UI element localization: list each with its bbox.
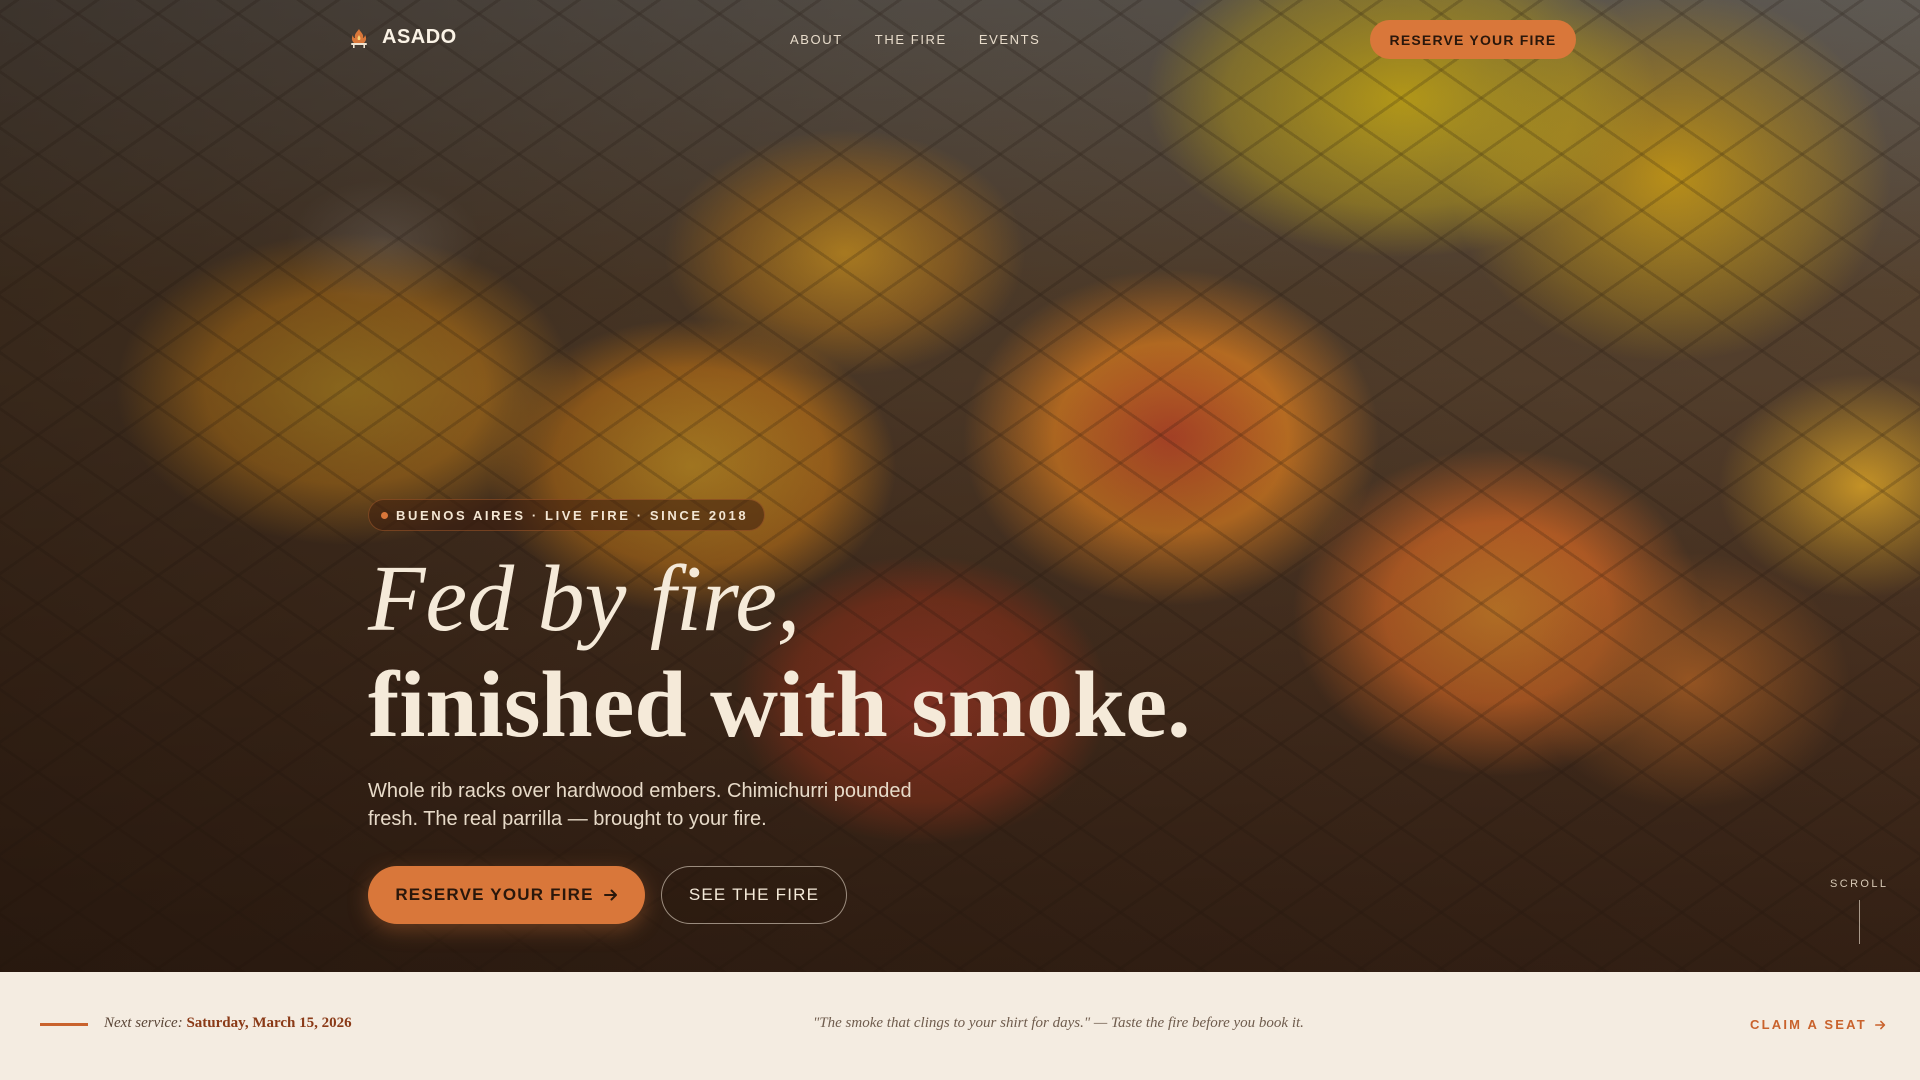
accent-line — [40, 1023, 88, 1026]
scroll-label: SCROLL — [1830, 878, 1889, 890]
testimonial-quote: "The smoke that clings to your shirt for… — [813, 1015, 1304, 1031]
next-service-label: Next service: — [104, 1015, 183, 1031]
hero-subtext: Whole rib racks over hardwood embers. Ch… — [368, 780, 912, 830]
scroll-indicator[interactable]: SCROLL — [1830, 878, 1888, 944]
arrow-right-icon — [603, 889, 617, 901]
reserve-button-label: RESERVE YOUR FIRE — [395, 885, 594, 904]
location-badge: BUENOS AIRES · LIVE FIRE · SINCE 2018 — [368, 499, 766, 531]
nav-link-events[interactable]: EVENTS — [979, 32, 1041, 47]
next-service-strip: Next service: Saturday, March 15, 2026 "… — [0, 972, 1920, 1080]
badge-text: BUENOS AIRES · LIVE FIRE · SINCE 2018 — [396, 507, 749, 523]
headline-line-1: Fed by fire, — [368, 547, 801, 651]
nav-link-the-fire[interactable]: THE FIRE — [875, 32, 947, 47]
top-nav: ASADO ABOUT THE FIRE EVENTS RESERVE YOUR… — [0, 0, 1920, 80]
next-service-info: Next service: Saturday, March 15, 2026 — [104, 1015, 352, 1032]
brand-name: ASADO — [382, 26, 457, 48]
badge-dot — [381, 511, 388, 519]
headline-line-2: finished with smoke. — [368, 653, 1191, 757]
nav-link-about[interactable]: ABOUT — [790, 32, 843, 47]
brand-logo[interactable]: ASADO — [348, 26, 457, 49]
see-fire-label: SEE THE FIRE — [688, 885, 820, 904]
fire-grill-icon — [351, 28, 367, 48]
scroll-line — [1858, 900, 1860, 944]
nav-reserve-button[interactable]: RESERVE YOUR FIRE — [1370, 20, 1576, 59]
arrow-right-icon — [1874, 1020, 1886, 1029]
hero-background — [0, 0, 1920, 972]
claim-seat-label: CLAIM A SEAT — [1750, 1017, 1867, 1032]
next-service-date: Saturday, March 15, 2026 — [186, 1015, 352, 1031]
claim-seat-link[interactable]: CLAIM A SEAT — [1750, 1017, 1886, 1032]
nav-links: ABOUT THE FIRE EVENTS — [790, 32, 1040, 47]
reserve-your-fire-button[interactable]: RESERVE YOUR FIRE — [368, 866, 645, 924]
hero-overlay — [0, 0, 1920, 972]
see-the-fire-button[interactable]: SEE THE FIRE — [661, 866, 847, 924]
